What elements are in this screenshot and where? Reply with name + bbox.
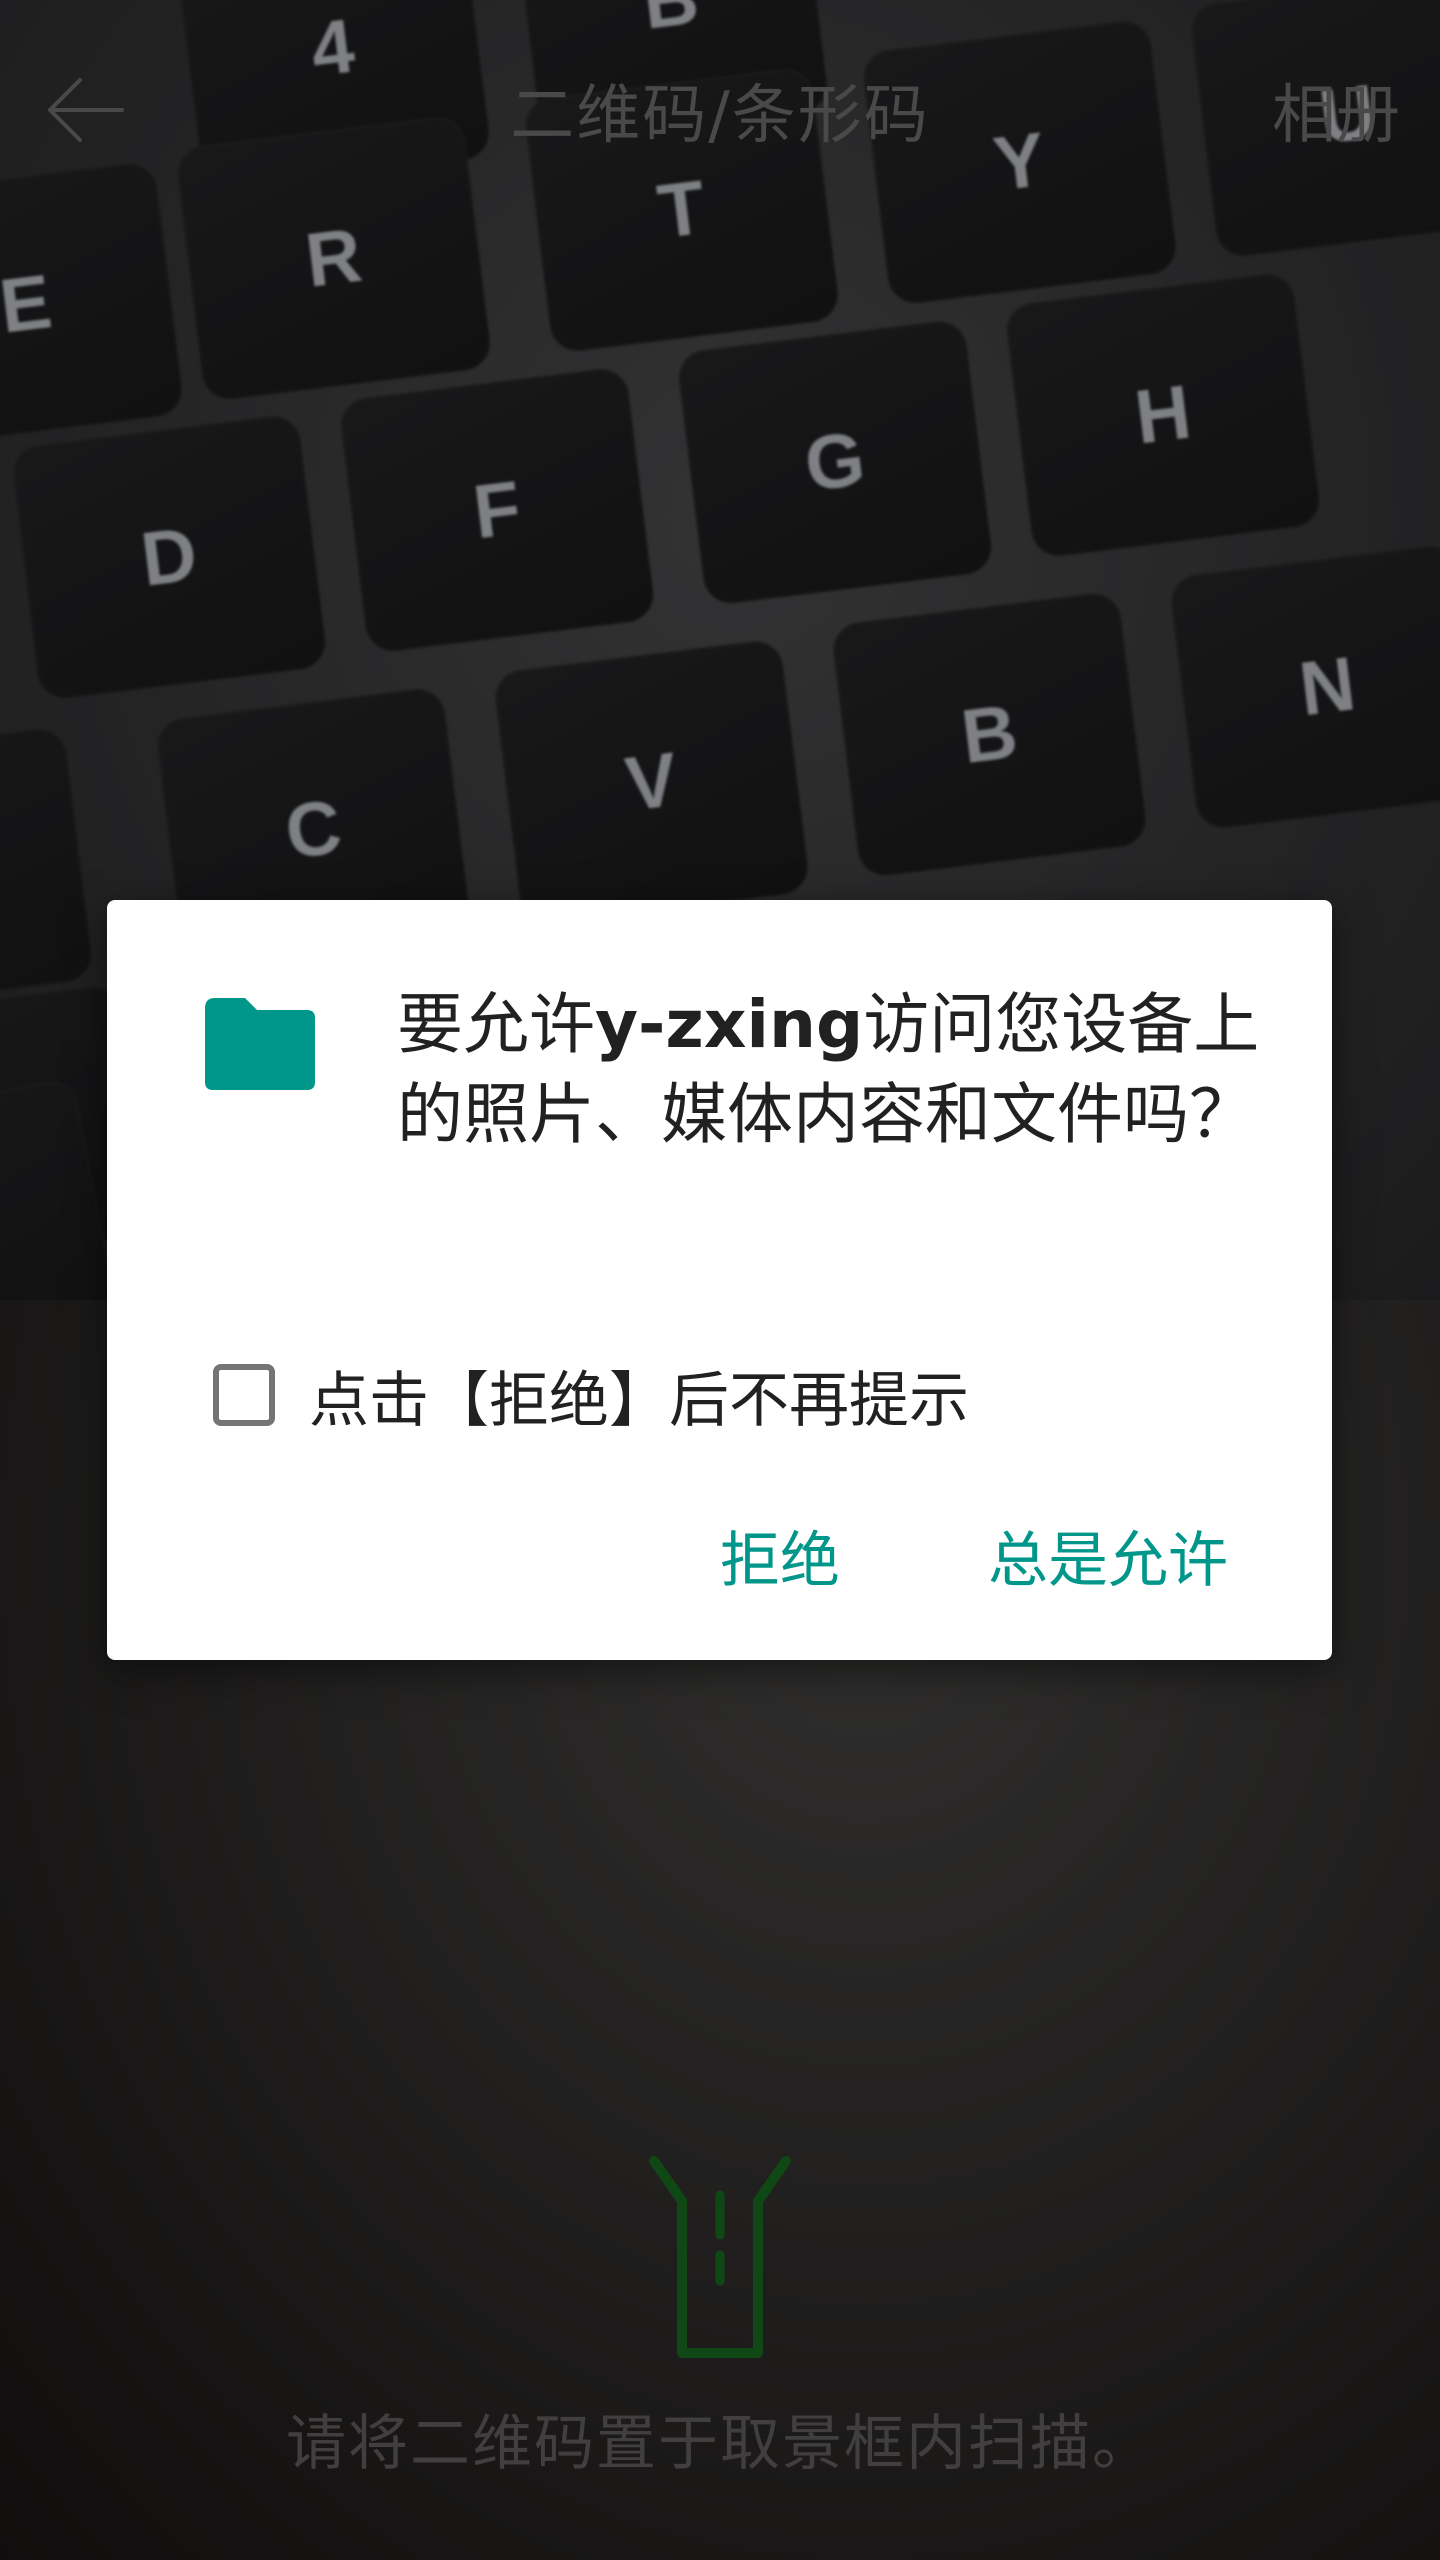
permission-message: 要允许y-zxing访问您设备上的照片、媒体内容和文件吗？ (397, 980, 1277, 1160)
folder-icon (205, 998, 315, 1090)
message-prefix: 要允许 (397, 986, 595, 1063)
dont-ask-again-row[interactable]: 点击【拒绝】后不再提示 (213, 1340, 969, 1450)
always-allow-button[interactable]: 总是允许 (964, 1502, 1252, 1609)
scanner-screen: 4 B R T Y E U D F G H C V B N X ⌘ and 二维… (0, 0, 1440, 2560)
dont-ask-again-label: 点击【拒绝】后不再提示 (309, 1365, 969, 1436)
dialog-actions: 拒绝 总是允许 (596, 1500, 1252, 1610)
permission-dialog: 要允许y-zxing访问您设备上的照片、媒体内容和文件吗？ 点击【拒绝】后不再提… (107, 900, 1332, 1660)
deny-button[interactable]: 拒绝 (696, 1502, 864, 1609)
app-name: y-zxing (595, 986, 864, 1063)
dont-ask-again-checkbox[interactable] (213, 1364, 275, 1426)
